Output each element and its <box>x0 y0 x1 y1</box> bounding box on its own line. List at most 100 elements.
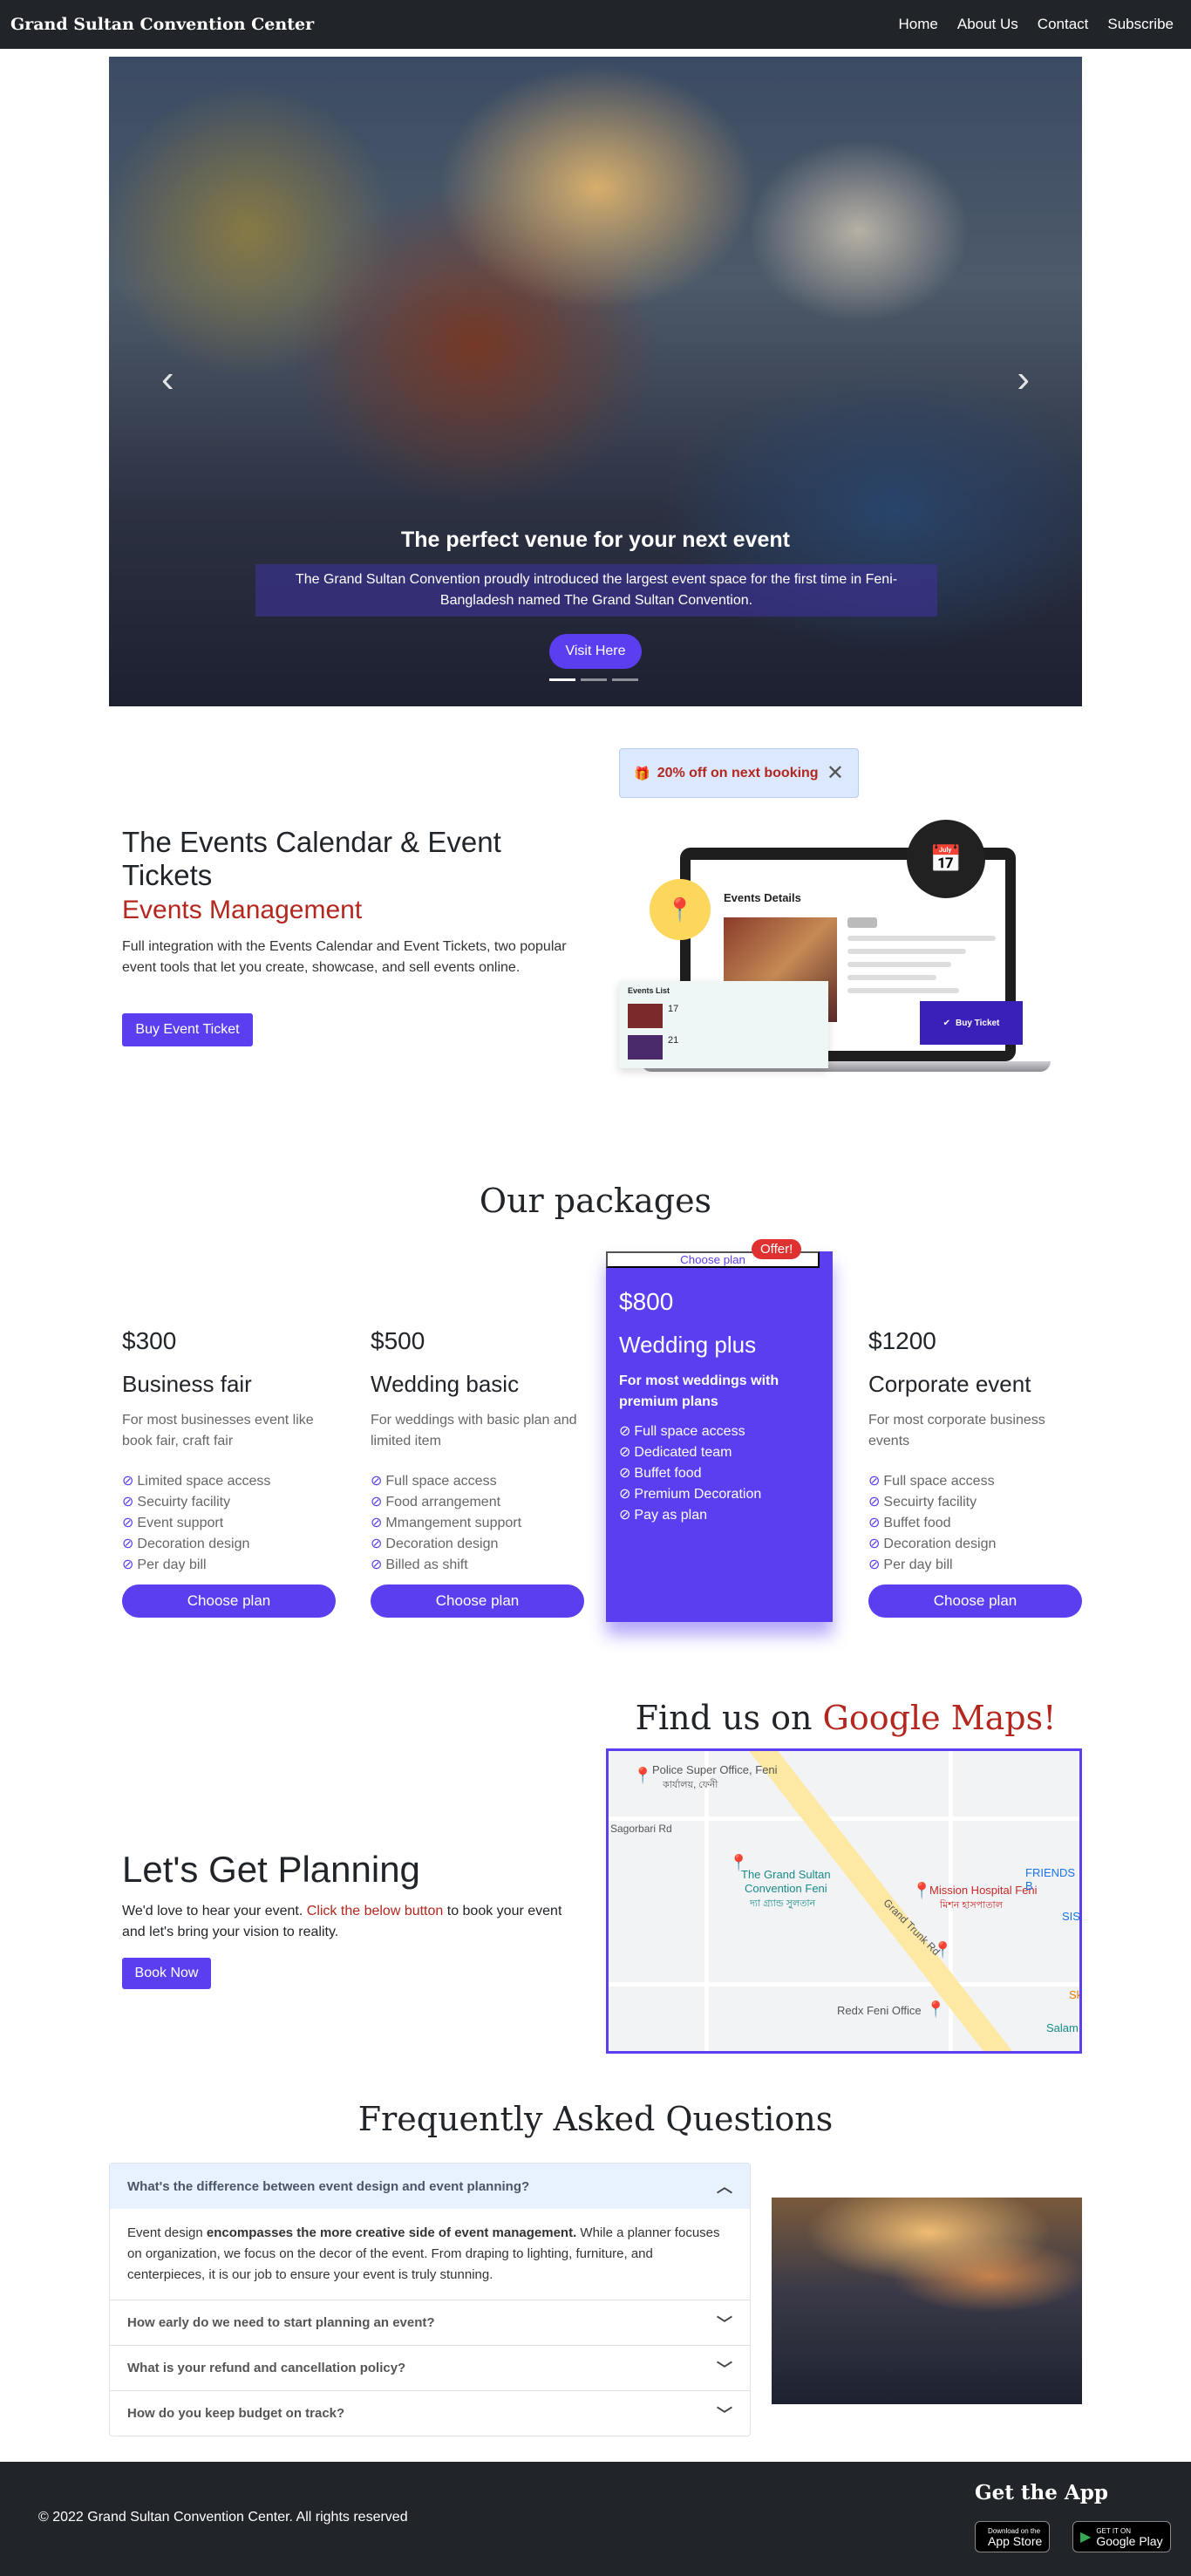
events-subtitle: Events Management <box>122 896 363 924</box>
carousel-indicator[interactable] <box>581 678 607 681</box>
event-date-block <box>847 917 877 928</box>
events-list-card: Events List 17 21 <box>619 981 828 1068</box>
map-road <box>609 1982 1079 1987</box>
nav-links: Home About Us Contact Subscribe <box>899 16 1174 33</box>
check-circle-icon: ⊘ <box>122 1474 134 1489</box>
map-road <box>704 1751 709 2051</box>
choose-plan-button[interactable]: Choose plan <box>868 1584 1082 1618</box>
faq-title: Frequently Asked Questions <box>357 2100 834 2138</box>
list-day: 17 <box>668 1004 679 1014</box>
nav-link-subscribe[interactable]: Subscribe <box>1107 16 1174 33</box>
faq-question[interactable]: How do you keep budget on track? ﹀ <box>110 2390 750 2436</box>
packages-title: Our packages <box>479 1182 712 1220</box>
choose-plan-button[interactable]: Choose plan <box>122 1584 336 1618</box>
faq-question-text: How do you keep budget on track? <box>127 2406 345 2421</box>
feature-item: ⊘ Full space access <box>371 1474 497 1489</box>
hero-title: The perfect venue for your next event <box>401 528 790 552</box>
check-circle-icon: ⊘ <box>619 1424 631 1439</box>
faq-accordion: What's the difference between event desi… <box>109 2163 751 2436</box>
map-label-hospital-bn: মিশন হাসপাতাল <box>940 1900 1003 1911</box>
package-description: For weddings with basic plan and limited… <box>371 1413 577 1448</box>
visit-here-button[interactable]: Visit Here <box>549 634 642 669</box>
map-pin-icon: 📍 <box>926 2000 946 2018</box>
check-circle-icon: ⊘ <box>122 1495 134 1509</box>
maps-title-highlight: Google Maps! <box>822 1699 1057 1737</box>
package-card-wedding-basic: $500 Wedding basic For weddings with bas… <box>371 1327 584 1618</box>
google-map[interactable]: Police Super Office, Feni কাৰ্যালয়, ফেন… <box>606 1748 1082 2054</box>
feature-item: ⊘ Dedicated team <box>619 1445 732 1460</box>
check-circle-icon: ⊘ <box>868 1495 881 1509</box>
check-circle-icon: ⊘ <box>619 1466 631 1481</box>
list-item: 21 <box>619 1032 828 1063</box>
check-circle-icon: ⊘ <box>619 1508 631 1523</box>
chevron-left-icon[interactable]: ‹ <box>161 358 174 401</box>
chevron-right-icon[interactable]: › <box>1017 358 1030 401</box>
package-description: For most businesses event like book fair… <box>122 1413 314 1448</box>
events-list-title: Events List <box>628 986 670 995</box>
choose-plan-button[interactable]: Choose plan <box>371 1584 584 1618</box>
text-line <box>847 949 966 954</box>
faq-question[interactable]: What is your refund and cancellation pol… <box>110 2345 750 2390</box>
chevron-down-icon: ﹀ <box>717 2314 732 2333</box>
faq-question[interactable]: What's the difference between event desi… <box>110 2164 750 2209</box>
check-circle-icon: ⊘ <box>619 1445 631 1460</box>
check-circle-icon: ⊘ <box>868 1516 881 1530</box>
nav-link-about[interactable]: About Us <box>957 16 1018 33</box>
planning-link-text: Click the below button <box>306 1904 444 1918</box>
events-description: Full integration with the Events Calenda… <box>122 939 567 975</box>
google-play-badge[interactable]: ▶ GET IT ON Google Play <box>1072 2521 1171 2552</box>
buy-event-ticket-button[interactable]: Buy Event Ticket <box>122 1013 253 1046</box>
carousel-indicator[interactable] <box>549 678 575 681</box>
ticket-icon: ✔ <box>943 1018 950 1028</box>
check-circle-icon: ⊘ <box>868 1474 881 1489</box>
package-features: ⊘ Full space access ⊘ Food arrangement ⊘ Mm… <box>371 1471 584 1576</box>
brand-logo[interactable]: Grand Sultan Convention Center <box>10 15 314 34</box>
calendar-icon: 📅 <box>929 844 963 874</box>
list-thumb <box>628 1035 663 1060</box>
package-price: $800 <box>619 1288 674 1315</box>
map-label-sk: Sk <box>1069 1988 1082 2001</box>
package-price: $500 <box>371 1327 425 1354</box>
check-circle-icon: ⊘ <box>868 1537 881 1551</box>
package-features: ⊘ Full space access ⊘ Secuirty facility ⊘ B… <box>868 1471 1082 1576</box>
package-name: Corporate event <box>868 1371 1031 1397</box>
promo-text: 20% off on next booking <box>657 765 819 780</box>
navbar: Grand Sultan Convention Center Home Abou… <box>0 0 1191 49</box>
package-features: ⊘ Limited space access ⊘ Secuirty facility… <box>122 1471 336 1576</box>
map-pin-icon: 📍 <box>665 896 695 923</box>
copyright-text: © 2022 Grand Sultan Convention Center. A… <box>38 2510 408 2525</box>
map-label-sis: SIS <box>1062 1910 1080 1923</box>
laptop-illustration: Events Details 📅 📍 Events List 17 21 ✔ B… <box>619 820 1055 1099</box>
buy-ticket-label: Buy Ticket <box>956 1018 1000 1028</box>
nav-link-contact[interactable]: Contact <box>1038 16 1089 33</box>
feature-item: ⊘ Limited space access <box>122 1474 271 1489</box>
faq-question[interactable]: How early do we need to start planning a… <box>110 2300 750 2345</box>
app-store-badge[interactable]: Download on the App Store <box>975 2521 1051 2552</box>
faq-question-text: What is your refund and cancellation pol… <box>127 2361 406 2375</box>
package-card-wedding-plus: Offer! $800 Wedding plus For most weddin… <box>606 1239 833 1622</box>
maps-title-prefix: Find us on <box>635 1699 823 1737</box>
carousel-indicator[interactable] <box>612 678 638 681</box>
map-label-sagor: Sagorbari Rd <box>610 1823 672 1835</box>
package-name: Business fair <box>122 1371 252 1397</box>
hero-carousel: ‹ › The perfect venue for your next even… <box>109 57 1082 706</box>
map-label-venue-bn: দ্যা গ্র্যান্ড সুলতান <box>750 1898 816 1909</box>
chevron-down-icon: ﹀ <box>717 2405 732 2423</box>
check-circle-icon: ⊘ <box>371 1474 383 1489</box>
book-now-button[interactable]: Book Now <box>122 1958 211 1989</box>
check-circle-icon: ⊘ <box>122 1537 134 1551</box>
feature-item: ⊘ Decoration design <box>868 1537 997 1551</box>
package-card-corporate: $1200 Corporate event For most corporate… <box>868 1327 1082 1618</box>
feature-item: ⊘ Decoration design <box>122 1537 250 1551</box>
close-icon[interactable]: ✕ <box>827 760 844 786</box>
package-description: For most weddings with premium plans <box>619 1373 779 1409</box>
concert-crowd-image <box>772 2198 1082 2404</box>
feature-item: ⊘ Mmangement support <box>371 1516 522 1530</box>
check-circle-icon: ⊘ <box>122 1557 134 1572</box>
feature-item: ⊘ Secuirty facility <box>122 1495 231 1509</box>
nav-link-home[interactable]: Home <box>899 16 938 33</box>
text-line <box>847 975 936 980</box>
check-circle-icon: ⊘ <box>371 1557 383 1572</box>
google-play-big: Google Play <box>1096 2533 1163 2548</box>
text-line <box>847 988 959 993</box>
